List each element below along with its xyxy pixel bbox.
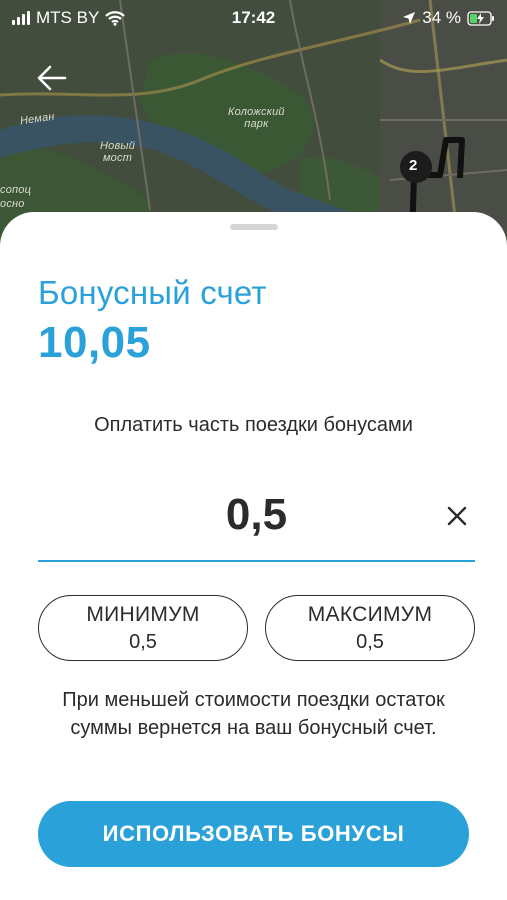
map-label-bridge: Новый мост xyxy=(100,140,136,164)
status-bar-right: 34 % xyxy=(402,8,495,28)
arrow-left-icon xyxy=(37,65,67,91)
use-bonuses-button[interactable]: ИСПОЛЬЗОВАТЬ БОНУСЫ xyxy=(38,801,469,867)
battery-charging-icon xyxy=(467,10,494,26)
back-button[interactable] xyxy=(34,60,70,96)
location-arrow-icon xyxy=(403,12,416,24)
map-label-edge-1: сопоц xyxy=(0,184,32,196)
refund-note: При меньшей стоимости поездки остаток су… xyxy=(62,689,445,739)
close-icon xyxy=(447,506,467,526)
pay-with-bonus-label: Оплатить часть поездки бонусами xyxy=(94,414,413,436)
status-bar: MTS BY 17:42 34 % xyxy=(0,0,507,36)
sheet-drag-handle[interactable] xyxy=(230,224,278,230)
bonus-balance: 10,05 xyxy=(38,318,151,367)
map-label-park: Коложский парк xyxy=(228,106,285,130)
clear-amount-button[interactable] xyxy=(443,502,471,530)
minimum-chip[interactable]: МИНИМУМ 0,5 xyxy=(38,595,248,661)
bonus-amount-input[interactable] xyxy=(38,480,475,550)
sheet-title: Бонусный счет xyxy=(38,274,267,311)
maximum-label: МАКСИМУМ xyxy=(307,603,433,626)
bonus-amount-field xyxy=(38,480,475,562)
map-marker-number[interactable]: 2 xyxy=(409,158,418,173)
bonus-bottom-sheet: Бонусный счет 10,05 Оплатить часть поезд… xyxy=(0,212,507,900)
maximum-chip[interactable]: МАКСИМУМ 0,5 xyxy=(265,595,475,661)
minimum-value: 0,5 xyxy=(129,631,157,653)
minimum-label: МИНИМУМ xyxy=(86,603,200,626)
battery-percent: 34 % xyxy=(422,8,461,27)
map-label-edge-2: осно xyxy=(0,198,25,210)
maximum-value: 0,5 xyxy=(356,631,384,653)
